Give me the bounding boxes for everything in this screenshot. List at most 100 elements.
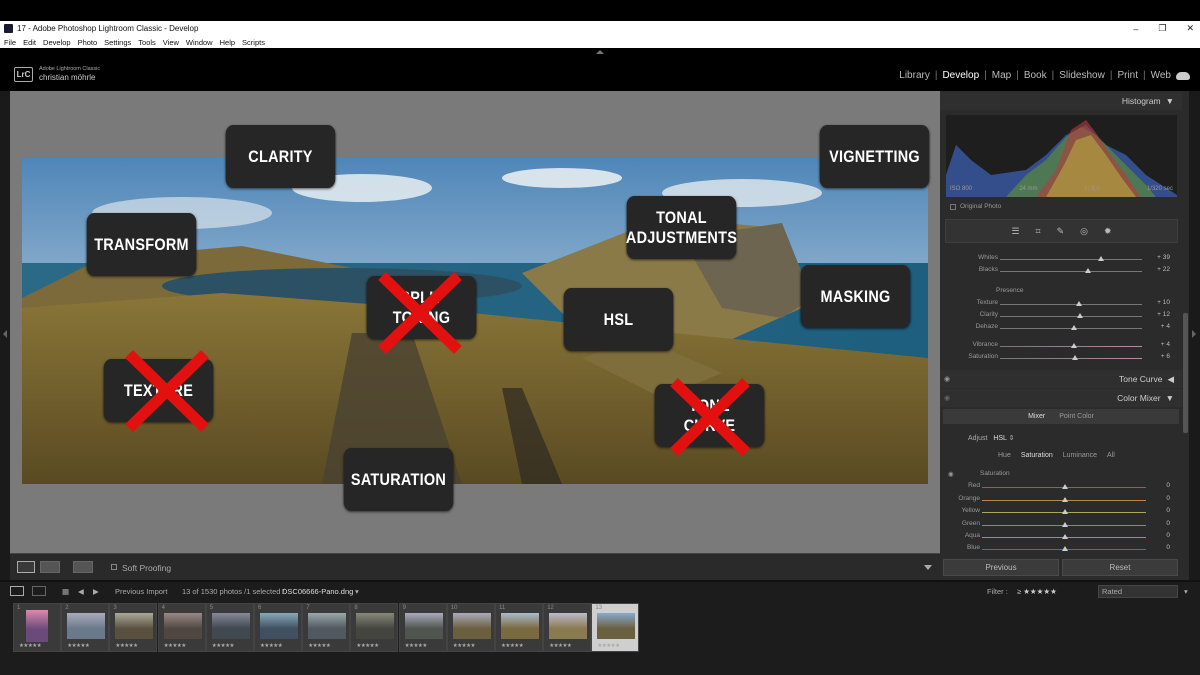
filmstrip-thumbnail[interactable]: 9 ★★★★★ <box>398 603 447 652</box>
color-mixer-header[interactable]: Color Mixer ▼ <box>940 389 1182 407</box>
menu-help[interactable]: Help <box>220 38 235 47</box>
filmstrip-thumbnail[interactable]: 11 ★★★★★ <box>495 603 543 652</box>
slider-yellow-thumb[interactable] <box>1062 509 1068 514</box>
healing-icon[interactable]: ✎ <box>1057 226 1065 237</box>
slider-blacks-value[interactable]: + 22 <box>1157 266 1170 273</box>
filmstrip-toggle-icon[interactable]: ▾ <box>1184 587 1188 596</box>
edit-sliders-icon[interactable]: ☰ <box>1011 226 1019 237</box>
target-adjust-icon[interactable]: ◉ <box>948 470 954 478</box>
reset-button[interactable]: Reset <box>1062 559 1178 576</box>
rating-filter-icon[interactable]: ≥ ★★★★★ <box>1017 587 1057 596</box>
slider-orange-value[interactable]: 0 <box>1166 495 1170 502</box>
slider-clarity-track[interactable] <box>1000 316 1142 317</box>
filmstrip-thumbnail[interactable]: 4 ★★★★★ <box>157 603 206 652</box>
module-slideshow[interactable]: Slideshow <box>1054 70 1110 81</box>
menu-settings[interactable]: Settings <box>104 38 131 47</box>
slider-blue[interactable]: Blue 0 <box>946 544 1176 554</box>
before-after-icon[interactable] <box>40 561 60 573</box>
tab-hue[interactable]: Hue <box>998 452 1011 459</box>
slider-saturation-thumb[interactable] <box>1072 355 1078 360</box>
slider-green[interactable]: Green 0 <box>946 520 1176 530</box>
slider-texture-value[interactable]: + 10 <box>1157 299 1170 306</box>
filmstrip-thumbnail[interactable]: 12 ★★★★★ <box>543 603 592 652</box>
toolbar-menu-icon[interactable] <box>924 565 932 570</box>
slider-texture[interactable]: Texture + 10 <box>946 299 1176 309</box>
slider-vibrance[interactable]: Vibrance + 4 <box>946 341 1176 351</box>
slider-dehaze[interactable]: Dehaze + 4 <box>946 323 1176 333</box>
slider-dehaze-value[interactable]: + 4 <box>1161 323 1170 330</box>
menu-tools[interactable]: Tools <box>138 38 156 47</box>
menu-view[interactable]: View <box>163 38 179 47</box>
slider-saturation-track[interactable] <box>1000 358 1142 359</box>
source-label[interactable]: Previous Import <box>115 587 168 596</box>
module-map[interactable]: Map <box>987 70 1016 81</box>
module-print[interactable]: Print <box>1112 70 1143 81</box>
menu-edit[interactable]: Edit <box>23 38 36 47</box>
filmstrip-thumbnail[interactable]: 2 ★★★★★ <box>61 603 110 652</box>
top-panel-toggle[interactable] <box>596 50 604 54</box>
previous-button[interactable]: Previous <box>943 559 1059 576</box>
filmstrip-thumbnail[interactable]: 13 ★★★★★ <box>591 603 640 652</box>
minimize-button[interactable]: – <box>1133 24 1138 34</box>
slider-yellow-value[interactable]: 0 <box>1166 507 1170 514</box>
module-develop[interactable]: Develop <box>937 70 984 81</box>
adjust-value[interactable]: HSL <box>993 435 1006 442</box>
filmstrip-thumbnail[interactable]: 5 ★★★★★ <box>205 603 254 652</box>
filmstrip-thumbnail[interactable]: 6 ★★★★★ <box>254 603 302 652</box>
original-photo-checkbox[interactable] <box>950 203 956 210</box>
histogram-header[interactable]: Histogram ▼ <box>940 92 1182 110</box>
slider-green-thumb[interactable] <box>1062 522 1068 527</box>
slider-blacks-track[interactable] <box>1000 271 1142 272</box>
maximize-button[interactable]: ❐ <box>1158 23 1166 34</box>
slider-clarity-thumb[interactable] <box>1077 313 1083 318</box>
yy-compare-icon[interactable] <box>73 561 93 573</box>
grid-view-icon[interactable]: ▦ <box>62 587 69 596</box>
soft-proofing-checkbox[interactable] <box>111 564 117 570</box>
slider-clarity-value[interactable]: + 12 <box>1157 311 1170 318</box>
eye-icon[interactable]: ◉ <box>944 394 950 402</box>
slider-orange[interactable]: Orange 0 <box>946 495 1176 505</box>
filmstrip-thumbnail[interactable]: 3 ★★★★★ <box>109 603 158 652</box>
slider-clarity[interactable]: Clarity + 12 <box>946 311 1176 321</box>
slider-whites-thumb[interactable] <box>1098 256 1104 261</box>
slider-saturation[interactable]: Saturation + 6 <box>946 353 1176 363</box>
original-photo-toggle[interactable]: Original Photo <box>950 203 1001 210</box>
slider-aqua-thumb[interactable] <box>1062 534 1068 539</box>
filmstrip-thumbnail[interactable]: 8 ★★★★★ <box>350 603 399 652</box>
slider-aqua[interactable]: Aqua 0 <box>946 532 1176 542</box>
slider-texture-thumb[interactable] <box>1076 301 1082 306</box>
tab-mixer[interactable]: Mixer <box>1028 413 1045 420</box>
loupe-view-icon[interactable] <box>17 561 35 573</box>
module-book[interactable]: Book <box>1019 70 1052 81</box>
slider-saturation-value[interactable]: + 6 <box>1161 353 1170 360</box>
menu-file[interactable]: File <box>4 38 16 47</box>
menu-window[interactable]: Window <box>186 38 213 47</box>
filmstrip-thumbnail[interactable]: 1 ★★★★★ <box>13 603 61 652</box>
rated-dropdown[interactable]: Rated <box>1098 585 1178 598</box>
filename[interactable]: DSC06666-Pano.dng <box>282 587 353 596</box>
slider-red-value[interactable]: 0 <box>1166 482 1170 489</box>
slider-vibrance-thumb[interactable] <box>1071 343 1077 348</box>
module-library[interactable]: Library <box>894 70 935 81</box>
histogram[interactable] <box>946 115 1177 197</box>
slider-orange-thumb[interactable] <box>1062 497 1068 502</box>
close-button[interactable]: ✕ <box>1186 23 1194 34</box>
menu-scripts[interactable]: Scripts <box>242 38 265 47</box>
tab-luminance[interactable]: Luminance <box>1063 452 1097 459</box>
back-arrow-icon[interactable]: ◀ <box>78 587 84 596</box>
slider-blue-thumb[interactable] <box>1062 546 1068 551</box>
red-eye-icon[interactable]: ◎ <box>1080 226 1088 237</box>
tone-curve-header[interactable]: Tone Curve ◀ <box>940 370 1182 388</box>
slider-whites-value[interactable]: + 39 <box>1157 254 1170 261</box>
eye-icon[interactable]: ◉ <box>944 375 950 383</box>
slider-blacks-thumb[interactable] <box>1085 268 1091 273</box>
slider-dehaze-thumb[interactable] <box>1071 325 1077 330</box>
tab-saturation[interactable]: Saturation <box>1021 452 1053 459</box>
masking-icon[interactable]: ✹ <box>1104 226 1112 237</box>
menu-photo[interactable]: Photo <box>78 38 98 47</box>
slider-blue-value[interactable]: 0 <box>1166 544 1170 551</box>
right-panel-arrow-icon[interactable] <box>1192 330 1196 338</box>
secondary-display-icon[interactable] <box>32 586 46 596</box>
slider-whites[interactable]: Whites + 39 <box>946 254 1176 264</box>
tab-point-color[interactable]: Point Color <box>1059 413 1094 420</box>
